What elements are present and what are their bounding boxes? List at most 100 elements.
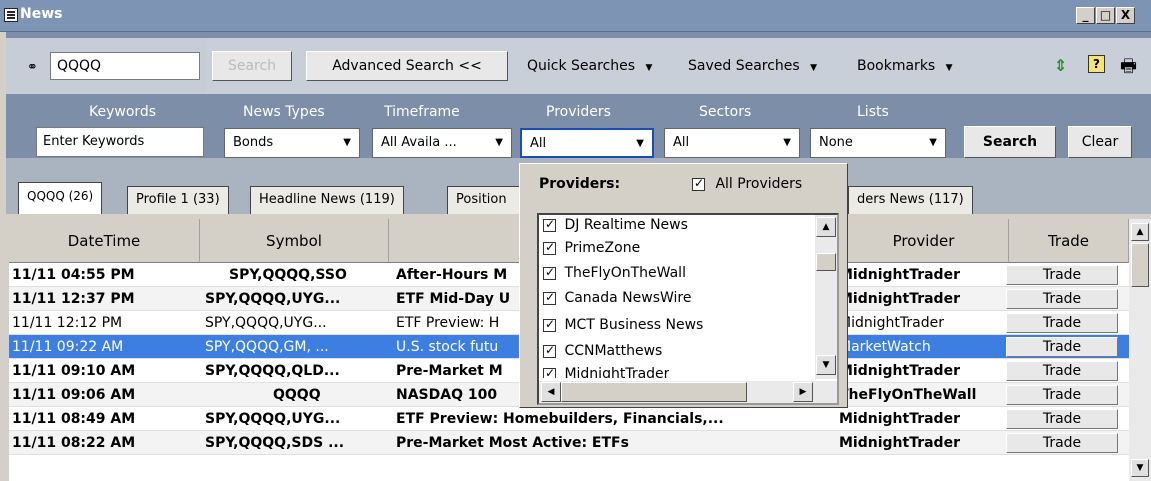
advanced-search-button[interactable]: Advanced Search << (306, 51, 508, 81)
column-header-trade[interactable]: Trade (1009, 219, 1129, 263)
cell-datetime: 11/11 08:22 AM (12, 435, 136, 451)
provider-item[interactable]: MCT Business News (543, 317, 703, 339)
tab-headline-news[interactable]: Headline News (119) (250, 186, 404, 214)
providers-hscroll[interactable]: ◀ ▶ (539, 381, 837, 403)
scroll-thumb[interactable] (816, 253, 836, 271)
cell-headline: ETF Preview: Homebuilders, Financials,..… (396, 411, 724, 427)
trade-button[interactable]: Trade (1006, 361, 1118, 381)
keywords-input[interactable]: Enter Keywords (36, 127, 204, 157)
providers-dropdown[interactable]: All ▼ (520, 128, 654, 158)
cell-symbol: SPY,QQQQ,SDS ... (205, 435, 345, 451)
provider-item[interactable]: Canada NewsWire (543, 290, 692, 312)
quick-searches-label: Quick Searches (527, 58, 636, 74)
all-providers-label: All Providers (715, 176, 803, 192)
scroll-left-icon[interactable]: ◀ (541, 382, 561, 402)
saved-searches-menu[interactable]: Saved Searches ▼ (688, 58, 817, 74)
minimize-button[interactable]: _ (1076, 7, 1095, 24)
cell-datetime: 11/11 04:55 PM (12, 267, 135, 283)
cell-symbol: SPY,QQQQ,UYG... (205, 411, 341, 427)
chevron-down-icon: ▼ (945, 63, 953, 73)
cell-datetime: 11/11 09:22 AM (12, 339, 124, 355)
title-bar: News _ □ X (0, 0, 1151, 32)
link-icon[interactable]: ⚭ (27, 60, 38, 75)
trade-button[interactable]: Trade (1006, 265, 1118, 285)
provider-label: MCT Business News (564, 317, 704, 333)
refresh-icon[interactable]: ⇕ (1054, 56, 1067, 75)
column-header-symbol[interactable]: Symbol (200, 219, 389, 263)
all-providers-checkbox[interactable]: All Providers (692, 176, 802, 192)
providers-value: All (530, 136, 547, 151)
trade-button[interactable]: Trade (1006, 337, 1118, 357)
provider-label: PrimeZone (564, 240, 641, 256)
cell-headline: ETF Mid-Day U (396, 291, 511, 307)
provider-item[interactable]: CCNMatthews (543, 343, 662, 365)
lists-value: None (819, 135, 853, 150)
cell-symbol: SPY,QQQQ,SSO (229, 267, 347, 283)
tab-profile-1[interactable]: Profile 1 (33) (127, 186, 229, 214)
scroll-thumb[interactable] (561, 382, 747, 402)
cell-provider: MidnightTrader (839, 291, 960, 307)
cell-headline: U.S. stock futu (396, 339, 499, 355)
provider-item[interactable]: DJ Realtime News (543, 217, 688, 239)
trade-button[interactable]: Trade (1006, 409, 1118, 429)
news-types-value: Bonds (233, 135, 274, 150)
chevron-down-icon: ▼ (783, 137, 791, 148)
timeframe-dropdown[interactable]: All Availa ... ▼ (372, 128, 512, 158)
trade-button[interactable]: Trade (1006, 385, 1118, 405)
news-types-dropdown[interactable]: Bonds ▼ (224, 128, 360, 158)
checkbox-checked-icon (543, 240, 556, 255)
checkbox-checked-icon (543, 317, 556, 332)
scroll-up-icon[interactable]: ▲ (1131, 223, 1149, 241)
cell-symbol: SPY,QQQQ,GM, ... (205, 339, 329, 355)
trade-button[interactable]: Trade (1006, 313, 1118, 333)
maximize-button[interactable]: □ (1096, 7, 1115, 24)
column-header-provider[interactable]: Provider (839, 219, 1009, 263)
quick-searches-menu[interactable]: Quick Searches ▼ (527, 58, 652, 74)
cell-provider: MidnightTrader (839, 363, 960, 379)
table-row[interactable]: 11/11 08:22 AM SPY,QQQQ,SDS ... Pre-Mark… (9, 431, 1129, 455)
trade-button[interactable]: Trade (1006, 433, 1118, 453)
column-header-datetime[interactable]: DateTime (9, 219, 200, 263)
scroll-up-icon[interactable]: ▲ (816, 217, 836, 237)
provider-label: MidnightTrader (564, 366, 670, 378)
symbol-input[interactable]: QQQQ (50, 52, 200, 80)
tab-traders-news[interactable]: ders News (117) (848, 186, 973, 214)
checkbox-checked-icon (543, 290, 556, 305)
keywords-label: Keywords (89, 104, 157, 120)
providers-label: Providers (546, 104, 611, 120)
trade-button[interactable]: Trade (1006, 289, 1118, 309)
provider-label: Canada NewsWire (564, 290, 692, 306)
grid-scrollbar[interactable]: ▲ ▼ (1129, 219, 1151, 481)
close-button[interactable]: X (1116, 7, 1135, 24)
lists-dropdown[interactable]: None ▼ (810, 128, 946, 158)
scroll-thumb[interactable] (1131, 243, 1149, 287)
cell-provider: MidnightTrader (839, 411, 960, 427)
provider-item[interactable]: MidnightTrader (543, 366, 669, 378)
filter-search-button[interactable]: Search (964, 126, 1056, 158)
chevron-down-icon: ▼ (343, 137, 351, 148)
bookmarks-menu[interactable]: Bookmarks ▼ (857, 58, 953, 74)
checkbox-checked-icon (543, 366, 556, 378)
tab-qqqq[interactable]: QQQQ (26) (18, 182, 103, 214)
scroll-down-icon[interactable]: ▼ (816, 355, 836, 375)
sectors-dropdown[interactable]: All ▼ (664, 128, 800, 158)
checkbox-checked-icon (543, 217, 556, 232)
cell-provider: MarketWatch (839, 339, 931, 355)
clear-button[interactable]: Clear (1068, 126, 1132, 158)
window-title: News (20, 6, 63, 22)
provider-item[interactable]: TheFlyOnTheWall (543, 265, 686, 287)
cell-headline: After-Hours M (396, 267, 508, 283)
help-icon[interactable]: ? (1088, 55, 1105, 73)
cell-headline: ETF Preview: H (396, 315, 500, 331)
table-row[interactable]: 11/11 08:49 AM SPY,QQQQ,UYG... ETF Previ… (9, 407, 1129, 431)
bookmarks-label: Bookmarks (857, 58, 936, 74)
providers-checklist: DJ Realtime News PrimeZone TheFlyOnTheWa… (537, 213, 839, 405)
scroll-right-icon[interactable]: ▶ (793, 382, 813, 402)
search-button-disabled[interactable]: Search (212, 51, 292, 81)
chevron-down-icon: ▼ (810, 63, 818, 73)
provider-item[interactable]: PrimeZone (543, 240, 640, 262)
providers-vscroll[interactable]: ▲ ▼ (815, 215, 837, 379)
scroll-down-icon[interactable]: ▼ (1131, 459, 1149, 477)
checkbox-checked-icon (543, 343, 556, 358)
print-icon[interactable]: 🖶 (1120, 54, 1137, 84)
